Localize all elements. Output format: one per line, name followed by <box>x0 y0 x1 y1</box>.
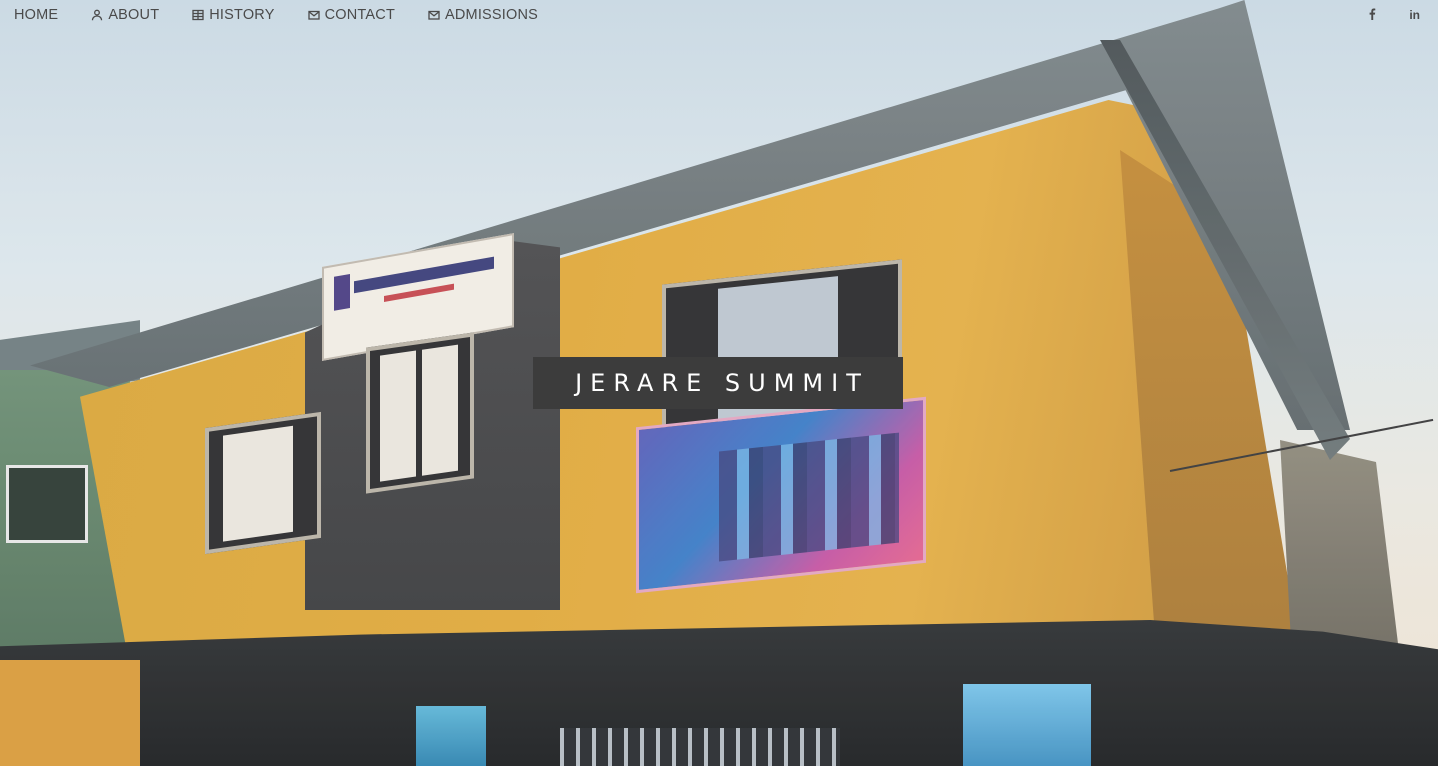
social-links: in <box>1367 8 1438 23</box>
user-icon <box>92 9 103 21</box>
facebook-link[interactable] <box>1367 8 1377 23</box>
nav-history-label: HISTORY <box>209 7 275 23</box>
linkedin-icon: in <box>1409 8 1420 22</box>
nav-admissions-label: ADMISSIONS <box>445 7 539 23</box>
site-title: JERARE SUMMIT <box>575 369 869 397</box>
nav-about[interactable]: ABOUT <box>91 7 159 23</box>
nav-contact[interactable]: CONTACT <box>307 7 395 23</box>
nav-about-label: ABOUT <box>108 7 160 23</box>
top-navigation: HOME ABOUT HISTORY CONTACT ADMISSIONS in <box>0 0 1438 30</box>
linkedin-link[interactable]: in <box>1409 8 1420 22</box>
table-icon <box>192 9 204 21</box>
facebook-icon <box>1369 8 1376 20</box>
envelope-icon <box>428 10 440 20</box>
nav-home-label: HOME <box>14 7 59 23</box>
envelope-icon <box>307 10 320 20</box>
nav-admissions[interactable]: ADMISSIONS <box>428 7 538 23</box>
nav-home[interactable]: HOME <box>14 7 58 23</box>
site-title-badge: JERARE SUMMIT <box>533 357 903 409</box>
nav-menu: HOME ABOUT HISTORY CONTACT ADMISSIONS <box>0 7 571 23</box>
nav-history[interactable]: HISTORY <box>192 7 274 23</box>
nav-contact-label: CONTACT <box>324 7 395 23</box>
